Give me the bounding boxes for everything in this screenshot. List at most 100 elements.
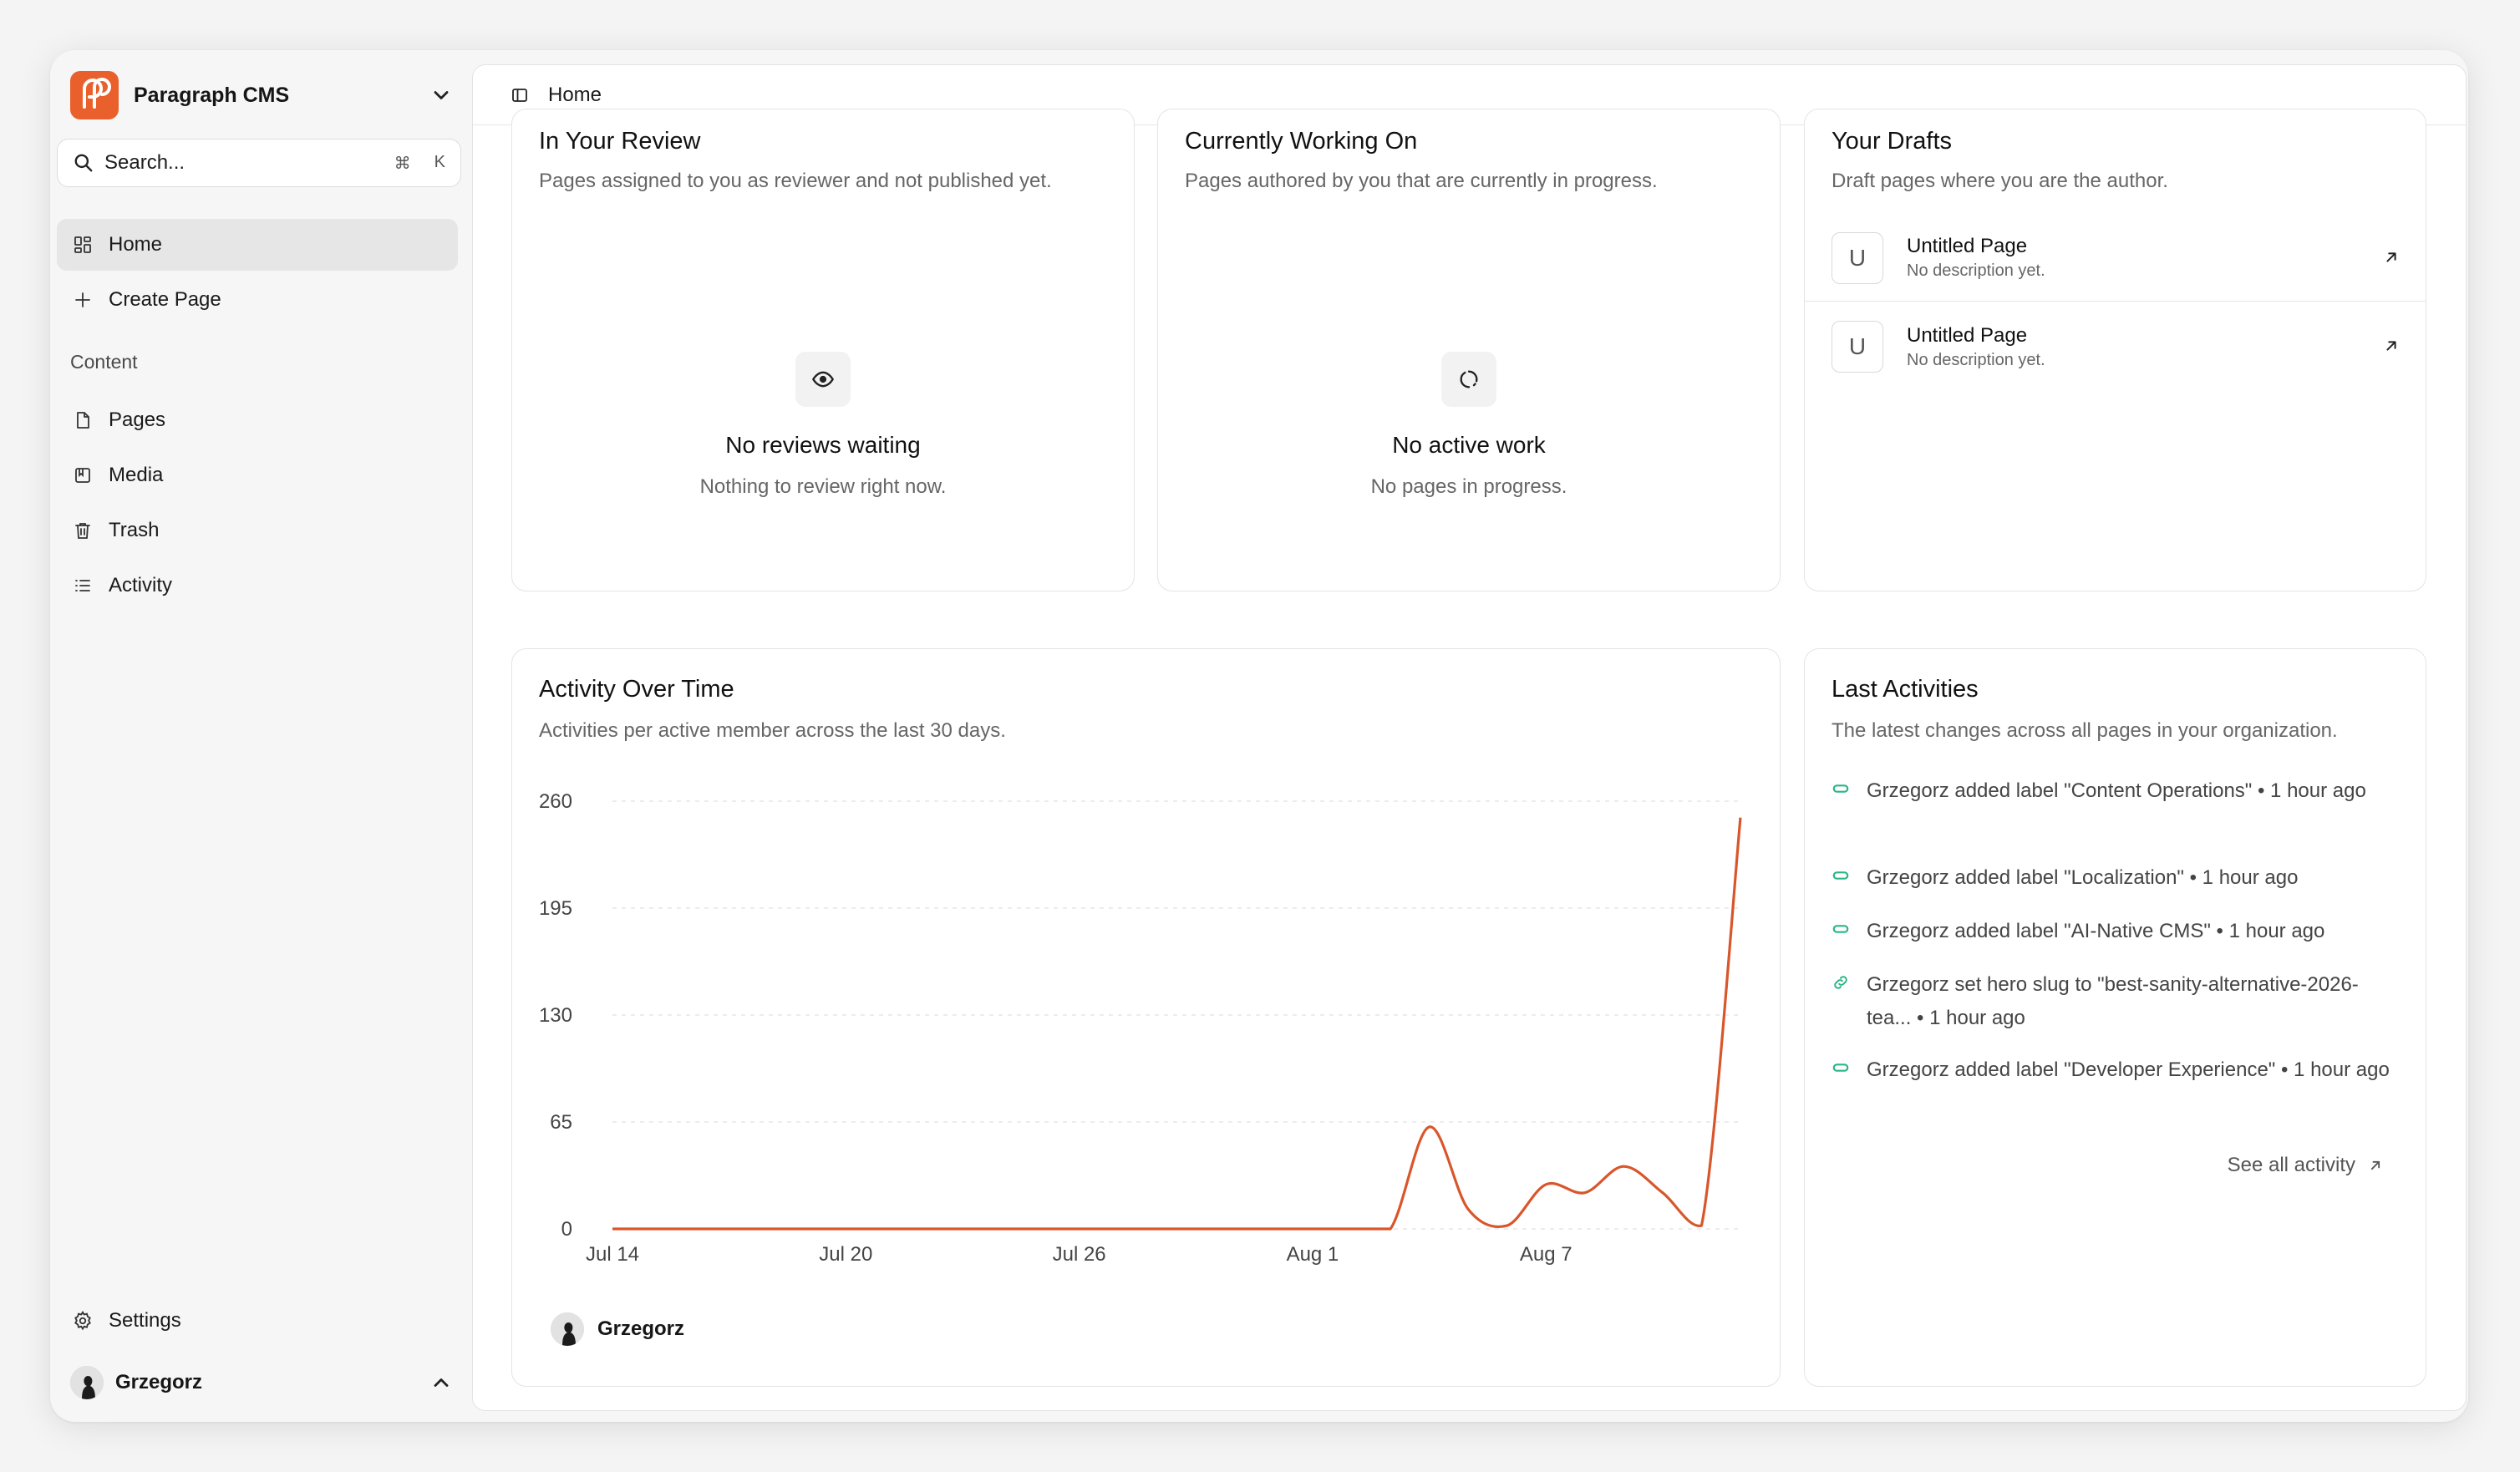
page-initial-badge: U [1832,231,1883,284]
shortcut-cmd: ⌘ [394,154,411,173]
y-tick-label: 130 [539,1004,572,1027]
link-icon [1834,976,1847,989]
workspace-switcher[interactable]: Paragraph CMS [70,67,465,124]
search-shortcut: ⌘ K [394,153,445,174]
search-label: Search... [104,151,185,174]
card-title: Last Activities [1832,676,1979,703]
activity-item[interactable]: Grzegorz added label "Developer Experien… [1832,1053,2400,1087]
user-menu[interactable]: Grzegorz [70,1360,465,1405]
working-card: Currently Working On Pages authored by y… [1157,109,1781,591]
x-tick-label: Jul 20 [819,1243,872,1266]
card-description: Pages authored by you that are currently… [1185,170,1658,192]
see-all-activity-link[interactable]: See all activity [2228,1154,2384,1177]
empty-title: No active work [1392,432,1546,458]
activity-text: Grzegorz set hero slug to "best-sanity-a… [1867,973,2359,1029]
chevron-up-icon [434,1378,449,1387]
draft-description: No description yet. [1907,350,2045,369]
sidebar-item-pages[interactable]: Pages [57,394,458,446]
activity-item[interactable]: Grzegorz added label "AI-Native CMS" • 1… [1832,915,2400,948]
activity-line-chart: 0 65 130 195 260 Jul 14 Jul 20 Jul 26 Aug 1 Aug 7 [539,790,1742,1266]
activity-text: Grzegorz added label "Localization" • 1 … [1867,866,2299,889]
sidebar-item-activity[interactable]: Activity [57,560,458,612]
activity-item[interactable]: Grzegorz added label "Localization" • 1 … [1832,861,2400,895]
label-icon [1832,1063,1849,1072]
image-icon [72,464,94,486]
review-card: In Your Review Pages assigned to you as … [511,109,1135,591]
dashboard-icon [72,234,94,256]
sidebar-item-home[interactable]: Home [57,219,458,271]
sidebar-item-label: Pages [109,409,166,431]
draft-title: Untitled Page [1907,323,2028,347]
arrow-up-right-icon [2386,341,2396,351]
sidebar-section-content: Content [70,351,138,373]
last-activities-card: Last Activities The latest changes acros… [1804,648,2426,1387]
page-title: Home [548,83,602,106]
loader-icon [1441,352,1496,407]
gear-icon [72,1310,94,1332]
trash-icon [72,520,94,541]
x-tick-label: Aug 1 [1287,1243,1339,1266]
draft-item[interactable]: U Untitled Page No description yet. [1805,215,2426,302]
card-title: In Your Review [539,128,701,155]
chevron-down-icon [434,91,449,99]
sidebar-item-trash[interactable]: Trash [57,505,458,556]
shortcut-k: K [434,152,445,171]
empty-subtitle: Nothing to review right now. [699,475,947,498]
x-tick-label: Aug 7 [1520,1243,1572,1266]
see-all-label: See all activity [2227,1154,2355,1176]
y-tick-label: 260 [539,790,572,813]
empty-title: No reviews waiting [725,432,921,458]
empty-subtitle: No pages in progress. [1370,475,1567,498]
sidebar-item-label: Media [109,464,164,486]
workspace-name: Paragraph CMS [134,83,290,107]
empty-state: No reviews waiting Nothing to review rig… [512,352,1134,499]
sidebar-item-media[interactable]: Media [57,449,458,501]
empty-state: No active work No pages in progress. [1158,352,1780,499]
activity-item[interactable]: Grzegorz set hero slug to "best-sanity-a… [1832,968,2400,1035]
arrow-up-right-icon [2370,1160,2380,1170]
label-icon [1832,925,1849,933]
y-tick-label: 0 [561,1218,572,1241]
activity-text: Grzegorz added label "AI-Native CMS" • 1… [1867,920,2325,942]
arrow-up-right-icon [2386,252,2396,262]
sidebar-toggle-icon[interactable] [510,85,530,105]
app-window: Paragraph CMS Search... ⌘ K Home Create … [50,50,2468,1422]
avatar [551,1312,584,1346]
label-icon [1832,871,1849,880]
activity-item[interactable]: Grzegorz added label "Content Operations… [1832,774,2400,808]
sidebar-item-label: Trash [109,519,160,541]
main-content: Home In Your Review Pages assigned to yo… [472,64,2467,1411]
draft-description: No description yet. [1907,261,2045,280]
sidebar: Paragraph CMS Search... ⌘ K Home Create … [50,50,472,1422]
y-tick-label: 195 [539,897,572,920]
sidebar-item-label: Create Page [109,288,221,311]
activity-chart-card: Activity Over Time Activities per active… [511,648,1781,1387]
search-button[interactable]: Search... ⌘ K [57,139,461,187]
activity-text: Grzegorz added label "Content Operations… [1867,779,2366,802]
eye-icon [795,352,851,407]
x-tick-label: Jul 26 [1053,1243,1106,1266]
y-tick-label: 65 [550,1111,572,1134]
series-line-grzegorz [612,817,1742,1231]
activity-text: Grzegorz added label "Developer Experien… [1867,1058,2390,1081]
card-title: Currently Working On [1185,128,1418,155]
paragraph-logo-icon [70,71,119,119]
card-title: Your Drafts [1832,128,1952,155]
draft-item[interactable]: U Untitled Page No description yet. [1805,303,2426,390]
sidebar-item-label: Home [109,233,163,256]
label-icon [1832,784,1849,793]
legend-label: Grzegorz [597,1317,685,1340]
user-name: Grzegorz [115,1371,203,1393]
page-initial-badge: U [1832,321,1883,373]
avatar [70,1366,104,1399]
sidebar-item-label: Activity [109,574,173,596]
card-description: Pages assigned to you as reviewer and no… [539,170,1052,192]
card-description: Draft pages where you are the author. [1832,170,2168,192]
card-description: The latest changes across all pages in y… [1832,719,2338,742]
sidebar-item-label: Settings [109,1309,181,1332]
chart-legend: Grzegorz [551,1312,684,1346]
sidebar-item-settings[interactable]: Settings [57,1295,458,1347]
sidebar-item-create-page[interactable]: Create Page [57,274,458,326]
x-tick-label: Jul 14 [586,1243,639,1266]
drafts-card: Your Drafts Draft pages where you are th… [1804,109,2426,591]
